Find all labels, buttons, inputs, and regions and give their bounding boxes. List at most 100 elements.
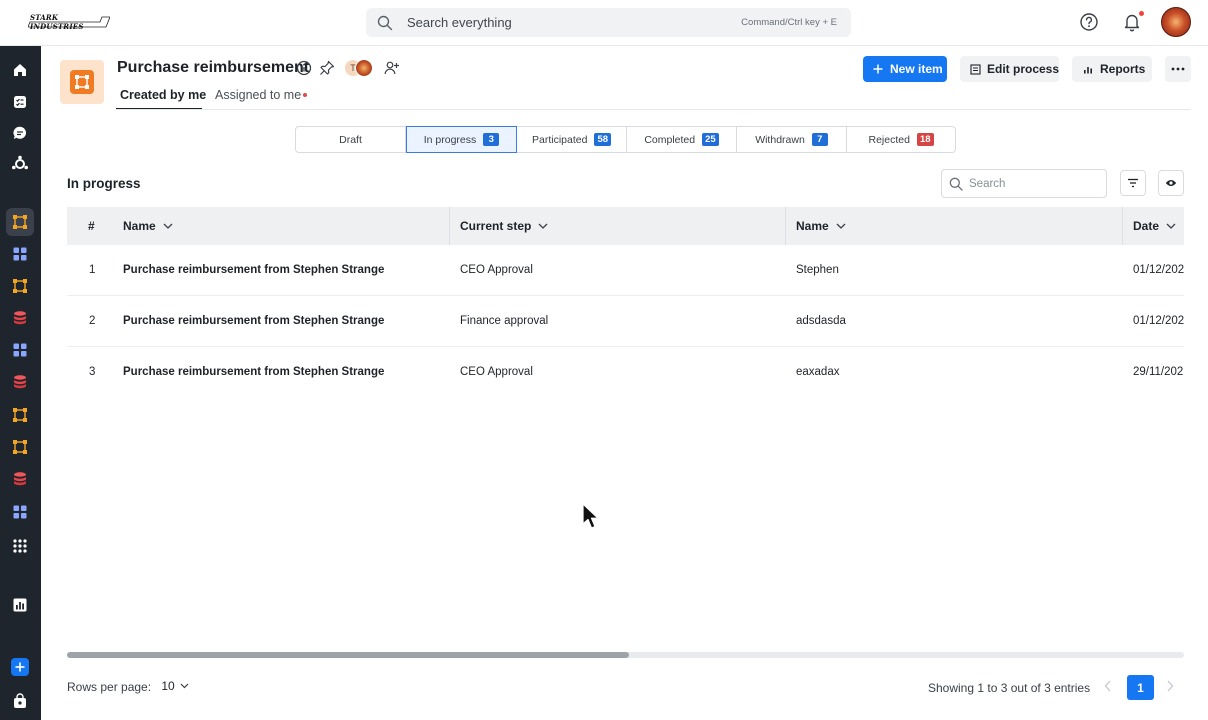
assigned-notification-dot — [303, 93, 307, 97]
page-title: Purchase reimbursement — [117, 59, 310, 76]
filter-button[interactable] — [1120, 170, 1146, 196]
status-label: In progress — [423, 133, 477, 146]
search-shortcut-hint: Command/Ctrl key + E — [741, 17, 837, 28]
column-header-name[interactable]: Name — [123, 207, 173, 245]
chevron-down-icon — [1166, 223, 1176, 229]
global-search-input[interactable]: Search everything Command/Ctrl key + E — [366, 8, 851, 37]
member-avatars[interactable]: T — [344, 59, 378, 77]
notification-dot — [1138, 10, 1145, 17]
column-label: Name — [123, 219, 156, 233]
previous-page-icon[interactable] — [1104, 680, 1112, 695]
integrations-icon[interactable] — [6, 150, 34, 178]
status-completed[interactable]: Completed 25 — [627, 127, 737, 152]
process-app-icon-active[interactable] — [6, 208, 34, 236]
table-row[interactable]: 1 Purchase reimbursement from Stephen St… — [67, 245, 1184, 296]
new-item-button[interactable]: New item — [863, 56, 947, 82]
logo-text: STARK INDUSTRIES — [30, 13, 84, 31]
cell-item-name[interactable]: Purchase reimbursement from Stephen Stra… — [123, 347, 384, 394]
pin-icon[interactable] — [319, 60, 335, 79]
board-app-icon[interactable] — [6, 240, 34, 268]
add-app-icon[interactable] — [6, 653, 34, 681]
mouse-cursor-icon — [582, 503, 600, 534]
cell-assignee: adsdasda — [796, 315, 846, 327]
add-member-icon[interactable] — [384, 60, 400, 79]
marketplace-bag-icon[interactable] — [6, 687, 34, 715]
status-in-progress[interactable]: In progress 3 — [406, 126, 517, 153]
all-apps-grid-icon[interactable] — [6, 532, 34, 560]
eye-icon — [1165, 180, 1177, 186]
column-separator — [1122, 207, 1123, 245]
rows-per-page-value: 10 — [161, 679, 175, 693]
cell-item-name[interactable]: Purchase reimbursement from Stephen Stra… — [123, 245, 384, 295]
cell-item-name[interactable]: Purchase reimbursement from Stephen Stra… — [123, 296, 384, 346]
process-app-icon[interactable] — [6, 433, 34, 461]
edit-process-button[interactable]: Edit process — [960, 56, 1059, 82]
count-badge: 25 — [702, 133, 719, 146]
search-icon — [949, 177, 963, 194]
chevron-down-icon — [180, 683, 189, 689]
status-withdrawn[interactable]: Withdrawn 7 — [737, 127, 847, 152]
section-title: In progress — [67, 176, 141, 191]
cell-current-step: CEO Approval — [460, 366, 533, 378]
process-app-icon[interactable] — [6, 272, 34, 300]
board-app-icon[interactable] — [6, 498, 34, 526]
search-placeholder: Search everything — [407, 15, 512, 30]
column-header-assignee-name[interactable]: Name — [796, 207, 846, 245]
status-label: Rejected — [868, 133, 910, 146]
scrollbar-thumb[interactable] — [67, 652, 629, 658]
top-bar: STARK INDUSTRIES Search everything Comma… — [0, 0, 1208, 46]
status-rejected[interactable]: Rejected 18 — [847, 127, 955, 152]
table-row[interactable]: 3 Purchase reimbursement from Stephen St… — [67, 347, 1184, 394]
info-icon[interactable] — [296, 60, 312, 79]
cell-assignee: eaxadax — [796, 366, 840, 378]
chevron-down-icon — [163, 223, 173, 229]
status-draft[interactable]: Draft — [296, 127, 406, 152]
search-icon — [377, 15, 393, 34]
edit-process-label: Edit process — [987, 62, 1060, 76]
tab-created-by-me[interactable]: Created by me — [120, 88, 206, 102]
analytics-icon[interactable] — [6, 591, 34, 619]
rows-per-page-select[interactable]: 10 — [155, 674, 195, 698]
more-options-button[interactable] — [1165, 56, 1191, 82]
view-options-button[interactable] — [1158, 170, 1184, 196]
help-icon[interactable] — [1079, 12, 1099, 32]
process-app-icon[interactable] — [6, 401, 34, 429]
chat-icon[interactable] — [6, 119, 34, 147]
count-badge: 7 — [811, 133, 828, 146]
edit-process-icon — [970, 63, 981, 75]
count-badge: 3 — [483, 133, 500, 146]
database-app-icon[interactable] — [6, 304, 34, 332]
chevron-down-icon — [836, 223, 846, 229]
rows-per-page-label: Rows per page: — [67, 680, 152, 694]
table-header: # Name Current step Name Date — [67, 207, 1184, 245]
reports-button[interactable]: Reports — [1072, 56, 1152, 82]
cell-assignee: Stephen — [796, 264, 839, 276]
stark-industries-logo[interactable]: STARK INDUSTRIES — [28, 13, 110, 31]
status-participated[interactable]: Participated 58 — [517, 127, 627, 152]
column-header-current-step[interactable]: Current step — [460, 207, 548, 245]
column-label: Name — [796, 219, 829, 233]
database-app-icon[interactable] — [6, 465, 34, 493]
cell-date: 01/12/202 — [1133, 315, 1184, 327]
cell-date: 01/12/202 — [1133, 264, 1184, 276]
user-avatar[interactable] — [1161, 7, 1191, 37]
horizontal-scrollbar[interactable] — [67, 652, 1184, 658]
count-badge: 58 — [594, 133, 612, 146]
home-icon[interactable] — [6, 56, 34, 84]
tab-assigned-to-me[interactable]: Assigned to me — [215, 88, 301, 102]
table-row[interactable]: 2 Purchase reimbursement from Stephen St… — [67, 296, 1184, 347]
entries-summary: Showing 1 to 3 out of 3 entries — [928, 681, 1091, 695]
board-app-icon[interactable] — [6, 336, 34, 364]
database-app-icon[interactable] — [6, 368, 34, 396]
next-page-icon[interactable] — [1166, 680, 1174, 695]
current-page-button[interactable]: 1 — [1127, 675, 1154, 700]
column-header-date[interactable]: Date — [1133, 207, 1176, 245]
tasks-icon[interactable] — [6, 88, 34, 116]
chevron-down-icon — [538, 223, 548, 229]
table-search-input[interactable]: Search — [941, 169, 1107, 198]
process-icon — [60, 60, 104, 104]
cell-number: 3 — [89, 366, 96, 378]
count-badge: 18 — [916, 133, 934, 146]
cell-date: 29/11/202 — [1133, 366, 1184, 378]
cell-number: 2 — [89, 315, 96, 327]
